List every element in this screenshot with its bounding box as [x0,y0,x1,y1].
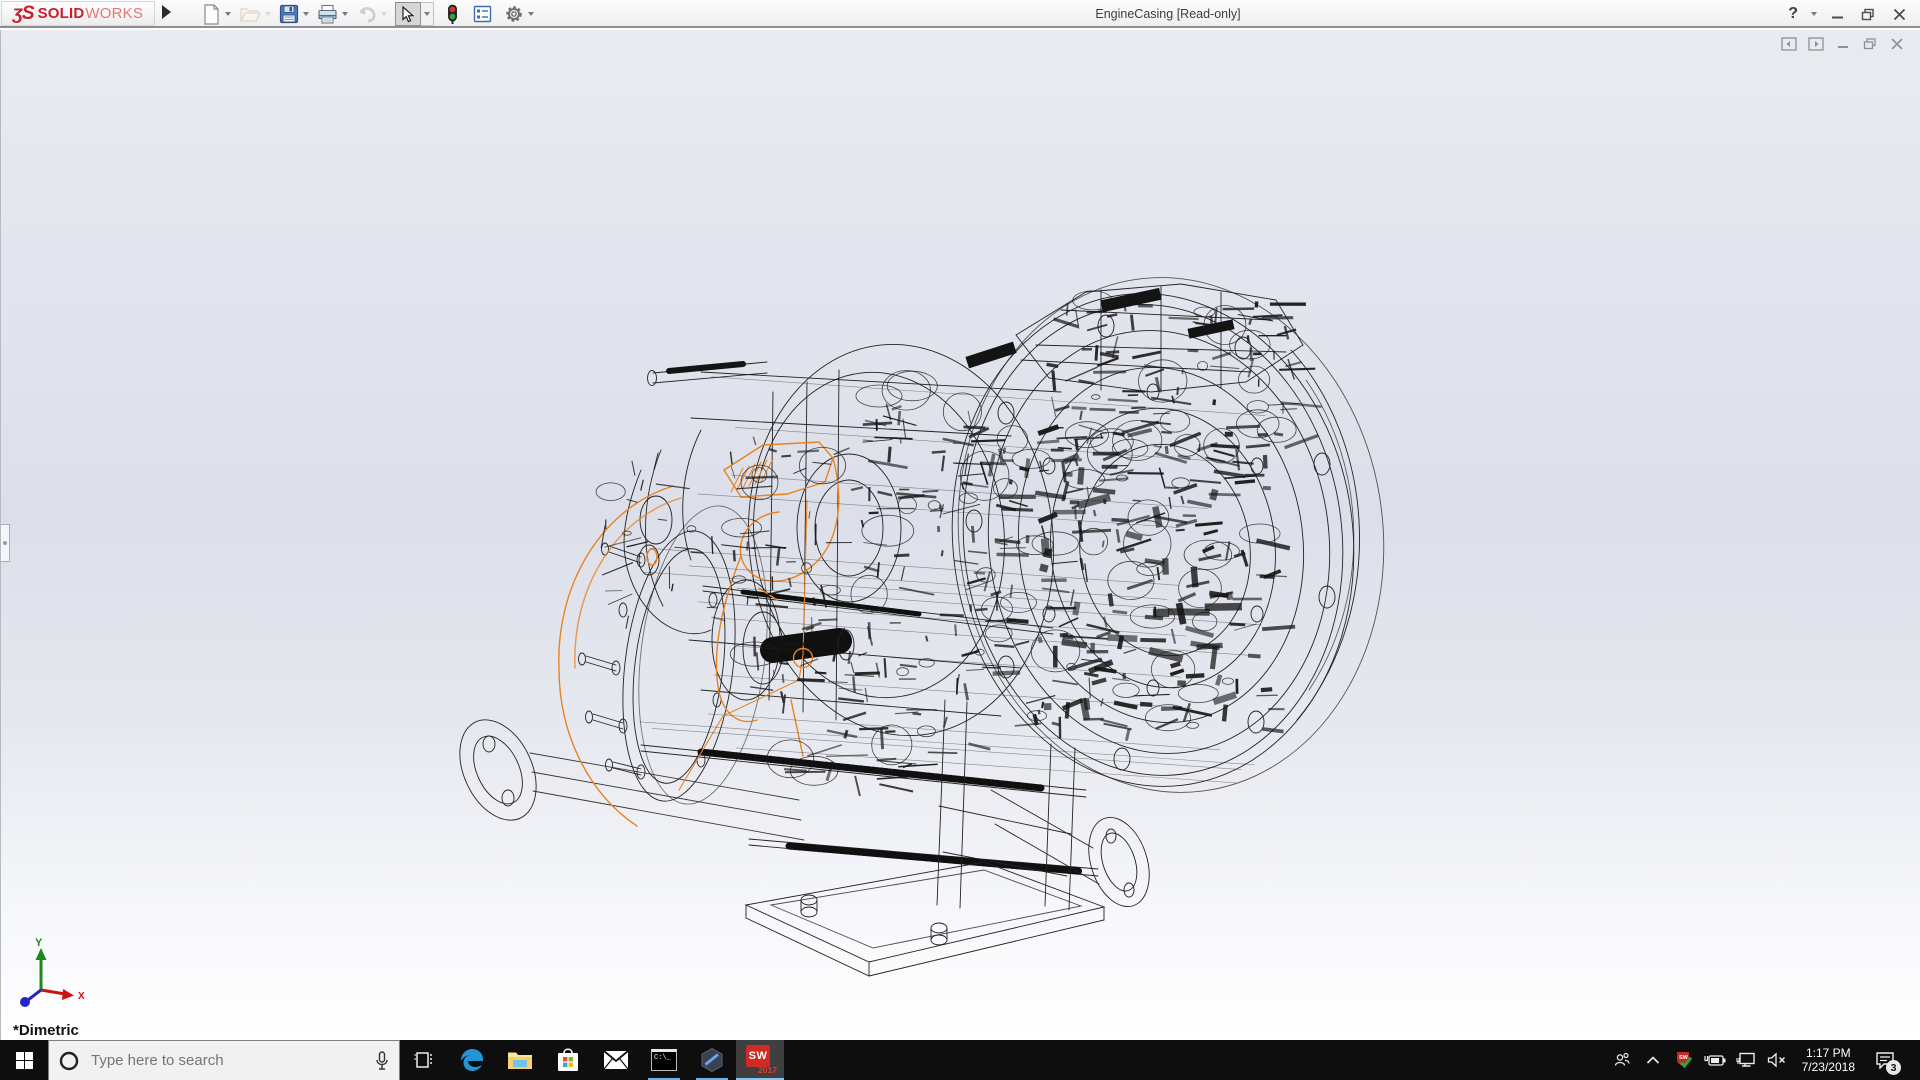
clock-time: 1:17 PM [1806,1046,1851,1060]
select-tool-dropdown[interactable] [421,2,434,26]
restore-icon [1861,8,1875,21]
notification-badge: 3 [1886,1060,1901,1075]
taskbar-clock[interactable]: 1:17 PM 7/23/2018 [1796,1046,1861,1074]
action-center-button[interactable]: 3 [1868,1040,1902,1080]
options-gear-icon [504,4,524,24]
select-tool-group [395,2,434,26]
triad-x-label: X [78,991,85,1002]
volume-muted-icon [1767,1052,1787,1068]
orientation-triad: Y X [20,937,85,1007]
clock-date: 7/23/2018 [1802,1060,1855,1074]
select-cursor-icon [401,6,415,23]
file-explorer-icon [507,1049,533,1071]
solidworks-logo[interactable]: ʒS SOLID WORKS [1,1,155,26]
menu-flyout-arrow-icon[interactable] [162,5,171,19]
mail-icon [603,1050,629,1070]
minimize-button[interactable] [1826,4,1848,24]
cortana-icon [59,1051,79,1071]
taskbar-store-button[interactable] [544,1040,592,1080]
close-icon [1893,8,1906,21]
solidworks-app-icon: SW 2017 [745,1045,775,1075]
microsoft-store-icon [556,1047,580,1073]
minimize-icon [1831,8,1844,21]
quick-access-toolbar [200,0,536,28]
options-button[interactable] [502,3,536,25]
engine-casing-wireframe[interactable]: Y X [1,30,1920,1040]
battery-plug-icon [1704,1053,1726,1067]
hexagon-app-icon [699,1047,725,1073]
task-view-icon [414,1050,434,1070]
new-document-icon [202,4,221,25]
microphone-icon[interactable] [375,1051,389,1071]
open-folder-icon [239,4,261,24]
command-prompt-icon: C:\_ [651,1049,677,1071]
system-tray: SW 1:17 PM [1610,1040,1920,1080]
print-icon [317,4,338,24]
graphics-viewport[interactable]: Y X *Dimetric [0,30,1920,1040]
taskbar-search-box[interactable] [48,1040,400,1080]
undo-button[interactable] [354,4,389,24]
network-status[interactable] [1734,1040,1758,1080]
undo-dropdown[interactable] [381,12,387,16]
solidworks-logo-text-light: WORKS [85,5,143,22]
solidworks-logo-mark: ʒS [13,3,34,25]
help-dropdown[interactable] [1811,12,1817,16]
close-button[interactable] [1888,4,1910,24]
save-dropdown[interactable] [303,12,309,16]
ethernet-network-icon [1736,1052,1756,1068]
open-dropdown[interactable] [265,12,271,16]
windows-logo-icon [16,1052,33,1069]
solidworks-logo-text-bold: SOLID [38,5,85,22]
undo-arrow-icon [356,5,377,23]
taskbar-composer-button[interactable] [688,1040,736,1080]
window-controls: ? [1788,0,1910,28]
taskbar-file-explorer-button[interactable] [496,1040,544,1080]
file-properties-button[interactable] [471,4,494,24]
solidworks-check-icon: SW [1674,1050,1694,1070]
help-button[interactable]: ? [1788,5,1798,23]
save-floppy-icon [279,4,299,24]
triad-y-label: Y [35,937,43,949]
windows-taskbar: C:\_ SW 2017 [0,1040,1920,1080]
tray-overflow-button[interactable] [1641,1040,1665,1080]
options-dropdown[interactable] [528,12,534,16]
edge-browser-icon [459,1047,485,1073]
task-view-button[interactable] [400,1040,448,1080]
view-orientation-label: *Dimetric [13,1022,79,1039]
start-button[interactable] [0,1040,48,1080]
save-button[interactable] [277,3,311,25]
chevron-up-icon [1646,1055,1660,1065]
rebuild-traffic-light-icon [446,4,459,25]
rebuild-button[interactable] [444,3,461,26]
open-button[interactable] [237,3,273,25]
search-input[interactable] [89,1051,365,1070]
taskbar-solidworks-button[interactable]: SW 2017 [736,1040,784,1080]
select-tool-button[interactable] [395,2,421,26]
title-bar: ʒS SOLID WORKS [0,0,1920,28]
new-document-dropdown[interactable] [225,12,231,16]
power-status[interactable] [1703,1040,1727,1080]
solidworks-resource-monitor[interactable]: SW [1672,1040,1696,1080]
volume-status[interactable] [1765,1040,1789,1080]
file-properties-icon [473,5,492,23]
print-button[interactable] [315,3,350,25]
people-icon [1613,1051,1631,1069]
taskbar-edge-button[interactable] [448,1040,496,1080]
new-document-button[interactable] [200,3,233,26]
print-dropdown[interactable] [342,12,348,16]
taskbar-mail-button[interactable] [592,1040,640,1080]
people-button[interactable] [1610,1040,1634,1080]
taskbar-command-prompt-button[interactable]: C:\_ [640,1040,688,1080]
document-title: EngineCasing [Read-only] [1095,0,1240,28]
restore-button[interactable] [1857,4,1879,24]
